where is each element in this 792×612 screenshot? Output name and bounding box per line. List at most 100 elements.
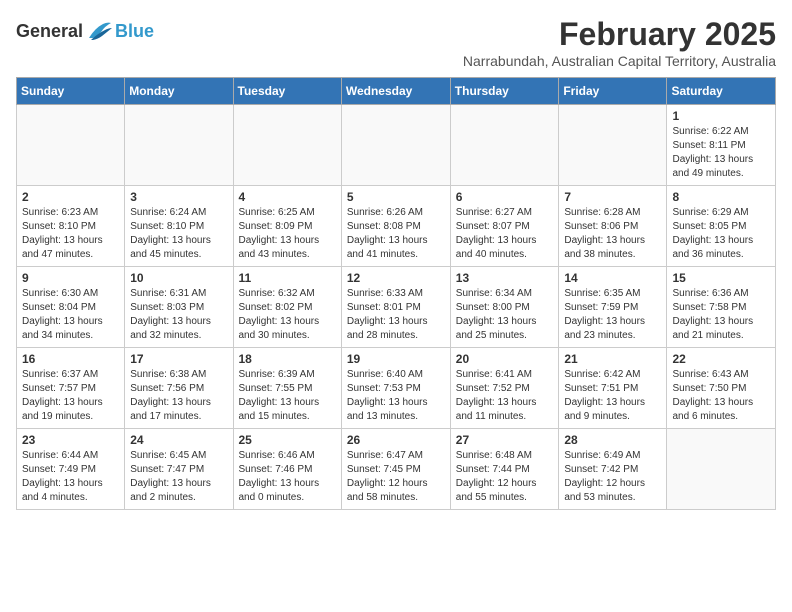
day-info: Sunrise: 6:41 AM Sunset: 7:52 PM Dayligh…	[456, 368, 554, 424]
day-number: 25	[239, 433, 336, 447]
calendar-cell: 3 Sunrise: 6:24 AM Sunset: 8:10 PM Daylig…	[125, 186, 233, 267]
day-number: 23	[22, 433, 119, 447]
day-info: Sunrise: 6:22 AM Sunset: 8:11 PM Dayligh…	[672, 125, 770, 181]
day-number: 28	[564, 433, 661, 447]
day-info: Sunrise: 6:26 AM Sunset: 8:08 PM Dayligh…	[347, 206, 445, 262]
day-number: 8	[672, 190, 770, 204]
day-info: Sunrise: 6:37 AM Sunset: 7:57 PM Dayligh…	[22, 368, 119, 424]
calendar-cell: 25 Sunrise: 6:46 AM Sunset: 7:46 PM Dayli…	[233, 429, 341, 510]
day-info: Sunrise: 6:34 AM Sunset: 8:00 PM Dayligh…	[456, 287, 554, 343]
day-info: Sunrise: 6:27 AM Sunset: 8:07 PM Dayligh…	[456, 206, 554, 262]
day-number: 7	[564, 190, 661, 204]
day-info: Sunrise: 6:25 AM Sunset: 8:09 PM Dayligh…	[239, 206, 336, 262]
day-info: Sunrise: 6:35 AM Sunset: 7:59 PM Dayligh…	[564, 287, 661, 343]
day-number: 24	[130, 433, 227, 447]
calendar-week-row: 1 Sunrise: 6:22 AM Sunset: 8:11 PM Daylig…	[17, 105, 776, 186]
calendar-cell: 28 Sunrise: 6:49 AM Sunset: 7:42 PM Dayli…	[559, 429, 667, 510]
month-title: February 2025	[463, 16, 776, 53]
calendar-cell	[125, 105, 233, 186]
day-info: Sunrise: 6:43 AM Sunset: 7:50 PM Dayligh…	[672, 368, 770, 424]
calendar-week-row: 23 Sunrise: 6:44 AM Sunset: 7:49 PM Dayli…	[17, 429, 776, 510]
day-info: Sunrise: 6:45 AM Sunset: 7:47 PM Dayligh…	[130, 449, 227, 505]
weekday-header-saturday: Saturday	[667, 78, 776, 105]
calendar-cell: 24 Sunrise: 6:45 AM Sunset: 7:47 PM Dayli…	[125, 429, 233, 510]
day-info: Sunrise: 6:24 AM Sunset: 8:10 PM Dayligh…	[130, 206, 227, 262]
day-info: Sunrise: 6:47 AM Sunset: 7:45 PM Dayligh…	[347, 449, 445, 505]
day-number: 5	[347, 190, 445, 204]
calendar-cell	[559, 105, 667, 186]
calendar-cell	[17, 105, 125, 186]
day-number: 6	[456, 190, 554, 204]
day-info: Sunrise: 6:48 AM Sunset: 7:44 PM Dayligh…	[456, 449, 554, 505]
calendar-cell: 19Sunrise: 6:40 AM Sunset: 7:53 PM Dayli…	[341, 348, 450, 429]
logo-bird-icon	[85, 20, 113, 42]
day-info: Sunrise: 6:44 AM Sunset: 7:49 PM Dayligh…	[22, 449, 119, 505]
day-number: 2	[22, 190, 119, 204]
day-info: Sunrise: 6:31 AM Sunset: 8:03 PM Dayligh…	[130, 287, 227, 343]
day-number: 17	[130, 352, 227, 366]
location-subtitle: Narrabundah, Australian Capital Territor…	[463, 53, 776, 69]
weekday-header-tuesday: Tuesday	[233, 78, 341, 105]
day-number: 18	[239, 352, 336, 366]
calendar-cell: 2Sunrise: 6:23 AM Sunset: 8:10 PM Daylig…	[17, 186, 125, 267]
day-number: 9	[22, 271, 119, 285]
day-info: Sunrise: 6:36 AM Sunset: 7:58 PM Dayligh…	[672, 287, 770, 343]
calendar-week-row: 16 Sunrise: 6:37 AM Sunset: 7:57 PM Dayli…	[17, 348, 776, 429]
day-number: 3	[130, 190, 227, 204]
weekday-header-monday: Monday	[125, 78, 233, 105]
calendar-cell	[450, 105, 559, 186]
calendar-cell: 22 Sunrise: 6:43 AM Sunset: 7:50 PM Dayli…	[667, 348, 776, 429]
calendar-week-row: 9 Sunrise: 6:30 AM Sunset: 8:04 PM Daylig…	[17, 267, 776, 348]
day-info: Sunrise: 6:39 AM Sunset: 7:55 PM Dayligh…	[239, 368, 336, 424]
day-number: 16	[22, 352, 119, 366]
day-info: Sunrise: 6:38 AM Sunset: 7:56 PM Dayligh…	[130, 368, 227, 424]
calendar-table: SundayMondayTuesdayWednesdayThursdayFrid…	[16, 77, 776, 510]
day-info: Sunrise: 6:40 AM Sunset: 7:53 PM Dayligh…	[347, 368, 445, 424]
day-number: 10	[130, 271, 227, 285]
calendar-cell: 9 Sunrise: 6:30 AM Sunset: 8:04 PM Daylig…	[17, 267, 125, 348]
weekday-header-sunday: Sunday	[17, 78, 125, 105]
logo-general-text: General	[16, 21, 83, 42]
calendar-cell	[341, 105, 450, 186]
calendar-cell: 16 Sunrise: 6:37 AM Sunset: 7:57 PM Dayli…	[17, 348, 125, 429]
logo-blue-text: Blue	[115, 21, 154, 42]
calendar-cell: 27 Sunrise: 6:48 AM Sunset: 7:44 PM Dayli…	[450, 429, 559, 510]
calendar-cell	[233, 105, 341, 186]
day-number: 26	[347, 433, 445, 447]
day-number: 12	[347, 271, 445, 285]
calendar-cell: 10 Sunrise: 6:31 AM Sunset: 8:03 PM Dayli…	[125, 267, 233, 348]
day-info: Sunrise: 6:46 AM Sunset: 7:46 PM Dayligh…	[239, 449, 336, 505]
day-number: 13	[456, 271, 554, 285]
calendar-cell: 14 Sunrise: 6:35 AM Sunset: 7:59 PM Dayli…	[559, 267, 667, 348]
title-area: February 2025 Narrabundah, Australian Ca…	[463, 16, 776, 69]
calendar-cell: 12 Sunrise: 6:33 AM Sunset: 8:01 PM Dayli…	[341, 267, 450, 348]
calendar-cell: 26 Sunrise: 6:47 AM Sunset: 7:45 PM Dayli…	[341, 429, 450, 510]
calendar-cell: 13 Sunrise: 6:34 AM Sunset: 8:00 PM Dayli…	[450, 267, 559, 348]
day-number: 1	[672, 109, 770, 123]
calendar-cell: 4Sunrise: 6:25 AM Sunset: 8:09 PM Daylig…	[233, 186, 341, 267]
page-header: General Blue February 2025 Narrabundah, …	[16, 16, 776, 69]
calendar-week-row: 2Sunrise: 6:23 AM Sunset: 8:10 PM Daylig…	[17, 186, 776, 267]
calendar-cell: 8Sunrise: 6:29 AM Sunset: 8:05 PM Daylig…	[667, 186, 776, 267]
calendar-header-row: SundayMondayTuesdayWednesdayThursdayFrid…	[17, 78, 776, 105]
day-info: Sunrise: 6:32 AM Sunset: 8:02 PM Dayligh…	[239, 287, 336, 343]
day-number: 11	[239, 271, 336, 285]
calendar-cell: 21Sunrise: 6:42 AM Sunset: 7:51 PM Dayli…	[559, 348, 667, 429]
weekday-header-friday: Friday	[559, 78, 667, 105]
day-number: 27	[456, 433, 554, 447]
calendar-cell: 1 Sunrise: 6:22 AM Sunset: 8:11 PM Daylig…	[667, 105, 776, 186]
calendar-cell: 11 Sunrise: 6:32 AM Sunset: 8:02 PM Dayli…	[233, 267, 341, 348]
weekday-header-wednesday: Wednesday	[341, 78, 450, 105]
day-number: 22	[672, 352, 770, 366]
day-info: Sunrise: 6:30 AM Sunset: 8:04 PM Dayligh…	[22, 287, 119, 343]
calendar-cell: 17 Sunrise: 6:38 AM Sunset: 7:56 PM Dayli…	[125, 348, 233, 429]
weekday-header-thursday: Thursday	[450, 78, 559, 105]
calendar-cell	[667, 429, 776, 510]
day-info: Sunrise: 6:49 AM Sunset: 7:42 PM Dayligh…	[564, 449, 661, 505]
day-info: Sunrise: 6:33 AM Sunset: 8:01 PM Dayligh…	[347, 287, 445, 343]
calendar-cell: 18 Sunrise: 6:39 AM Sunset: 7:55 PM Dayli…	[233, 348, 341, 429]
day-number: 14	[564, 271, 661, 285]
logo: General Blue	[16, 20, 154, 42]
day-info: Sunrise: 6:42 AM Sunset: 7:51 PM Dayligh…	[564, 368, 661, 424]
calendar-cell: 23 Sunrise: 6:44 AM Sunset: 7:49 PM Dayli…	[17, 429, 125, 510]
